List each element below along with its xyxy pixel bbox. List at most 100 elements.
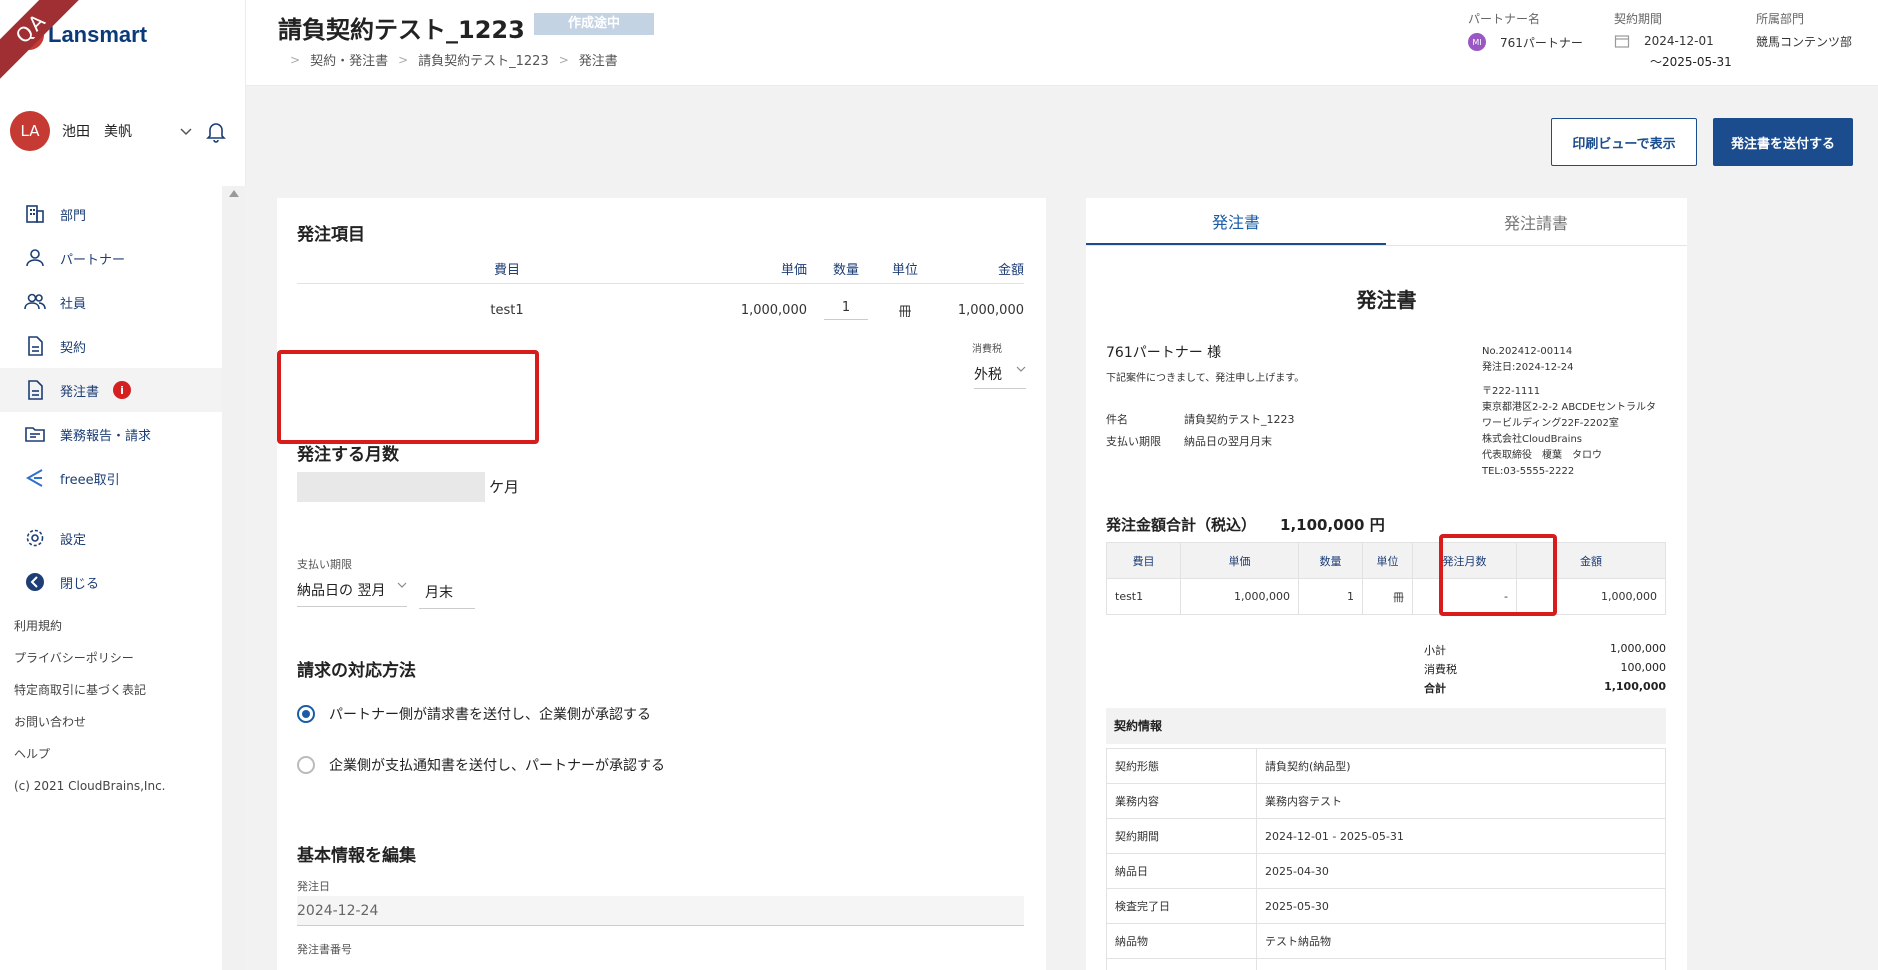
chevron-down-icon (397, 582, 407, 588)
calendar-icon (1614, 35, 1630, 48)
contact-link[interactable]: お問い合わせ (14, 712, 166, 744)
tab-purchase-order[interactable]: 発注書 (1086, 198, 1386, 245)
preview-zip: 〒222-1111 (1482, 386, 1541, 397)
billing-option-company[interactable]: 企業側が支払通知書を送付し、パートナーが承認する (297, 755, 665, 775)
radio-unselected-icon[interactable] (297, 756, 315, 774)
order-date-label: 発注日 (297, 880, 330, 893)
sidebar-item-freee[interactable]: freee取引 (0, 456, 222, 500)
preview-total-label: 発注金額合計（税込） (1106, 516, 1257, 534)
person-icon (26, 249, 44, 267)
table-row: test1 1,000,000 1 冊 1,000,000 (297, 284, 1024, 336)
order-form-card: 発注項目 費目 単価 数量 単位 金額 test1 1,000,000 1 冊 … (277, 198, 1046, 970)
sidebar-item-label: 閉じる (60, 576, 100, 592)
sidebar-item-settings[interactable]: 設定 (0, 516, 222, 560)
items-table-header: 費目 単価 数量 単位 金額 (297, 254, 1024, 284)
user-menu[interactable]: LA 池田 美帆 (10, 110, 230, 152)
sidebar-item-collapse[interactable]: 閉じる (0, 560, 222, 604)
table-row: 契約形態 請負契約(納品型) (1106, 748, 1666, 784)
breadcrumb-separator-icon: > (290, 52, 301, 67)
payment-day-select[interactable]: 月末 (419, 582, 475, 609)
preview-representative: 代表取締役 榎葉 タロウ (1482, 450, 1602, 461)
info-badge-icon: i (113, 381, 132, 399)
info-key: 契約期間 (1106, 818, 1257, 854)
preview-order-no: No.202412-00114 (1482, 346, 1573, 357)
highlight-box-months-column (1439, 534, 1557, 616)
cell-name: test1 (1106, 578, 1181, 615)
preview-issuer-block: No.202412-00114 発注日:2024-12-24 〒222-1111… (1482, 344, 1682, 480)
help-link[interactable]: ヘルプ (14, 744, 166, 776)
partner-name[interactable]: 761パートナー (1500, 34, 1583, 51)
dept-label: 所属部門 (1756, 12, 1805, 26)
commerce-law-link[interactable]: 特定商取引に基づく表記 (14, 680, 166, 712)
items-table: 費目 単価 数量 単位 金額 test1 1,000,000 1 冊 1,000… (297, 254, 1024, 336)
bell-icon[interactable] (204, 119, 228, 143)
user-name: 池田 美帆 (62, 124, 132, 140)
partner-avatar: MI (1468, 33, 1486, 51)
sidebar-item-purchase-orders[interactable]: 発注書 i (0, 368, 222, 412)
radio-selected-icon[interactable] (297, 705, 315, 723)
radio-label: パートナー側が請求書を送付し、企業側が承認する (329, 707, 651, 723)
send-order-button[interactable]: 発注書を送付する (1713, 118, 1853, 166)
sidebar-item-contracts[interactable]: 契約 (0, 324, 222, 368)
dept-name: 競馬コンテンツ部 (1756, 35, 1853, 49)
order-date-field[interactable]: 2024-12-24 (297, 896, 1024, 926)
document-icon (28, 380, 43, 400)
tax-value: 100,000 (1620, 661, 1667, 674)
col-header: 単位 (1362, 542, 1413, 579)
order-preview-card: 発注書 発注請書 発注書 761パートナー 様 下記案件につきまして、発注申し上… (1086, 198, 1687, 970)
table-row: 納品物 テスト納品物 (1106, 923, 1666, 959)
print-view-button[interactable]: 印刷ビューで表示 (1551, 118, 1697, 166)
document-icon (28, 336, 43, 356)
breadcrumb-separator-icon: > (558, 52, 569, 67)
col-header: 数量 (832, 263, 859, 278)
preview-intro: 下記案件につきまして、発注申し上げます。 (1106, 373, 1305, 384)
privacy-link[interactable]: プライバシーポリシー (14, 648, 166, 680)
item-qty-input[interactable]: 1 (824, 300, 868, 320)
item-unit: 冊 (898, 304, 912, 320)
breadcrumb-item[interactable]: 請負契約テスト_1223 (418, 50, 549, 69)
info-key: 検査完了日 (1106, 888, 1257, 924)
sidebar: Lansmart QA LA 池田 美帆 部門 パートナー 社員 契約 発注書 … (0, 0, 246, 970)
preview-address-2: ワービルディング22F-2202室 (1482, 418, 1619, 429)
chevron-down-icon[interactable] (180, 125, 192, 137)
tax-select[interactable]: 外税 (974, 364, 1026, 389)
breadcrumb: > 契約・発注書 > 請負契約テスト_1223 > 発注書 (280, 50, 618, 70)
sidebar-item-partners[interactable]: パートナー (0, 236, 222, 280)
radio-label: 企業側が支払通知書を送付し、パートナーが承認する (329, 758, 665, 774)
sidebar-item-label: 設定 (60, 532, 87, 548)
sidebar-nav: 部門 パートナー 社員 契約 発注書 i 業務報告・請求 freee取引 設定 … (0, 192, 222, 604)
scroll-up-arrow-icon[interactable] (229, 190, 239, 197)
chevron-down-icon (1016, 366, 1026, 372)
tab-order-acceptance[interactable]: 発注請書 (1386, 198, 1686, 245)
breadcrumb-item[interactable]: 契約・発注書 (310, 50, 388, 69)
sidebar-scrollbar[interactable] (222, 186, 246, 970)
col-header: 費目 (493, 263, 520, 278)
preview-total: 発注金額合計（税込） 1,100,000 円 (1106, 514, 1385, 535)
copyright: (c) 2021 CloudBrains,Inc. (14, 779, 166, 793)
preview-company: 株式会社CloudBrains (1482, 434, 1582, 445)
table-row: 検査完了日 2025-05-30 (1106, 888, 1666, 924)
payment-month-value: 納品日の 翌月 (297, 583, 386, 599)
sidebar-item-employees[interactable]: 社員 (0, 280, 222, 324)
payment-month-select[interactable]: 納品日の 翌月 (297, 580, 407, 607)
billing-option-partner[interactable]: パートナー側が請求書を送付し、企業側が承認する (297, 704, 651, 724)
cell-qty: 1 (1298, 578, 1363, 615)
sidebar-item-reports-billing[interactable]: 業務報告・請求 (0, 412, 222, 456)
avatar: LA (10, 111, 50, 151)
sidebar-item-label: freee取引 (60, 472, 120, 488)
items-section-title: 発注項目 (297, 225, 365, 245)
info-value: 請負契約(納品型) (1256, 748, 1666, 784)
terms-link[interactable]: 利用規約 (14, 616, 166, 648)
months-input[interactable] (297, 472, 485, 502)
tax-label: 消費税 (972, 344, 1002, 355)
sidebar-item-departments[interactable]: 部門 (0, 192, 222, 236)
table-row (1106, 958, 1666, 970)
order-number-label: 発注書番号 (297, 943, 352, 956)
tax-label: 消費税 (1424, 663, 1457, 676)
sum-value: 1,100,000 (1604, 680, 1666, 693)
table-row: test1 1,000,000 1 冊 - 1,000,000 (1106, 578, 1666, 615)
sidebar-item-label: 部門 (60, 208, 87, 224)
preview-due: 納品日の翌月月末 (1184, 435, 1272, 448)
